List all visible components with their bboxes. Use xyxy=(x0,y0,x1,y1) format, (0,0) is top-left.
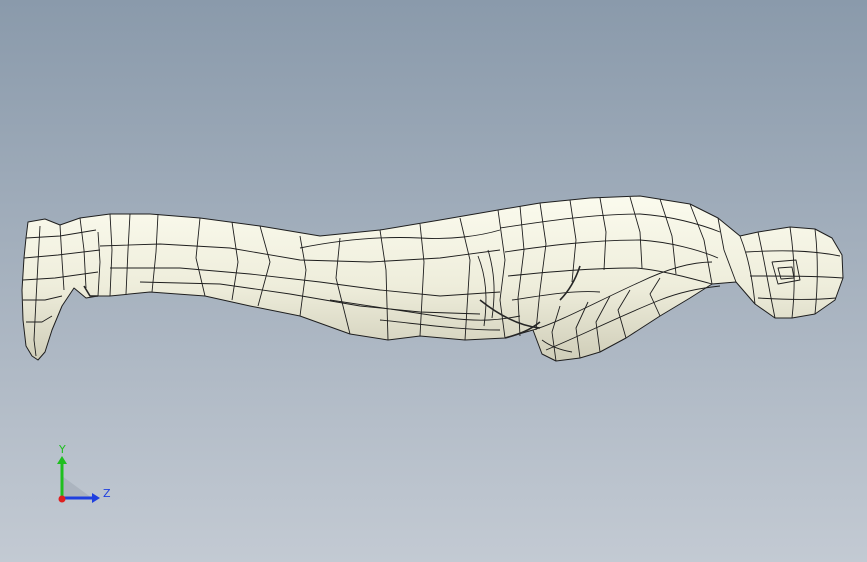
y-axis-label: Y xyxy=(58,443,66,456)
x-axis-dot xyxy=(58,495,66,503)
coordinate-triad: Y Z xyxy=(57,443,111,503)
3d-model-view[interactable] xyxy=(0,0,867,562)
graphics-viewport[interactable]: Y Z xyxy=(0,0,867,562)
z-axis-label: Z xyxy=(103,487,111,500)
z-axis-arrow xyxy=(92,493,100,503)
triad-xz-plane xyxy=(62,476,92,498)
y-axis-arrow xyxy=(57,456,67,464)
